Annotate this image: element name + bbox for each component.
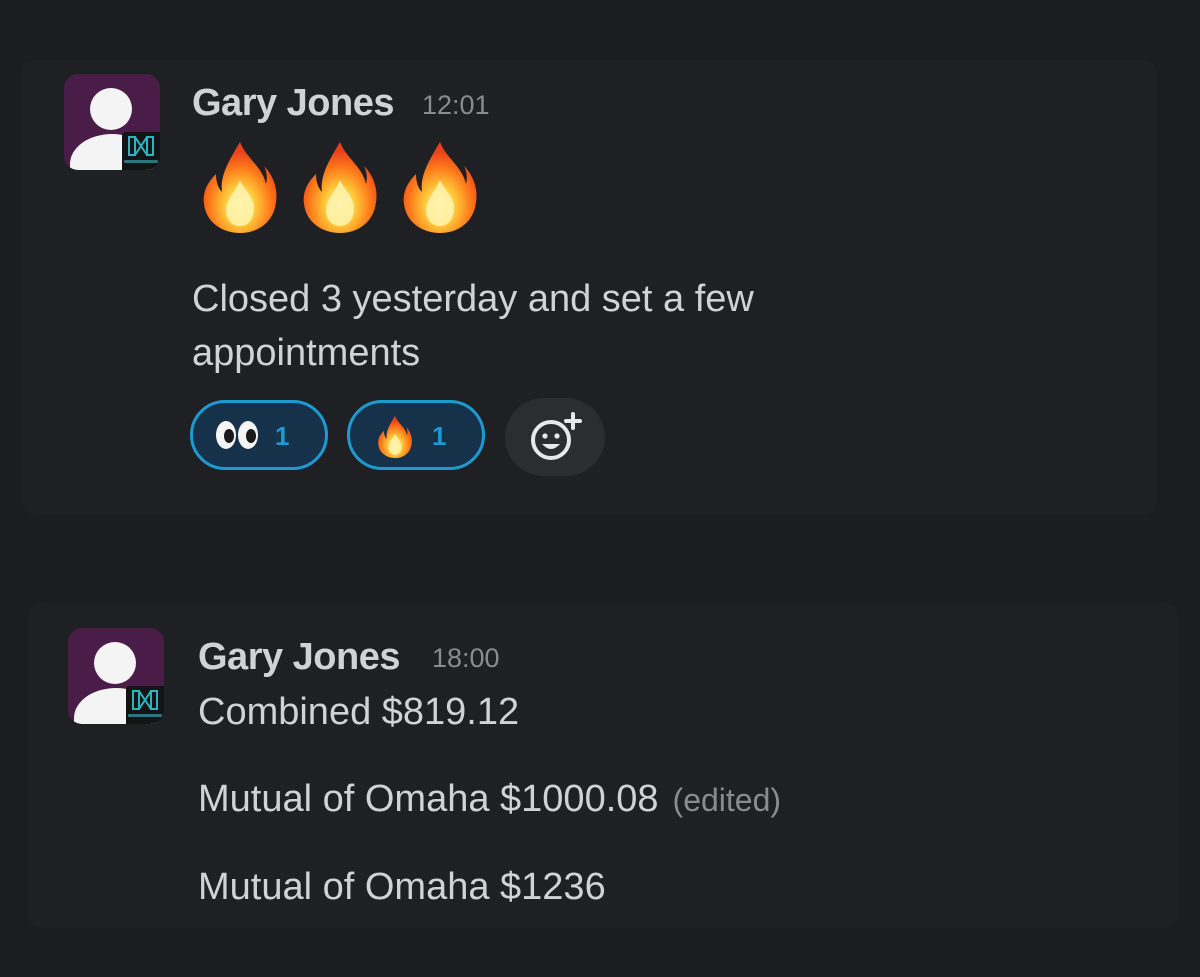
avatar-head xyxy=(94,642,136,684)
fire-icon xyxy=(200,140,280,235)
reaction-fire-button[interactable]: 1 xyxy=(347,400,485,470)
fire-icon xyxy=(376,415,414,459)
reaction-eyes-button[interactable]: 1 xyxy=(190,400,328,470)
message-text: Mutual of Omaha $1000.08 xyxy=(198,778,659,820)
message-text-line: appointments xyxy=(192,332,421,374)
company-badge-icon xyxy=(126,686,164,724)
fire-icon xyxy=(400,140,480,235)
avatar[interactable] xyxy=(64,74,160,170)
edited-indicator: (edited) xyxy=(672,782,782,818)
reaction-count: 1 xyxy=(275,421,290,451)
eyes-icon xyxy=(216,421,258,449)
message-text-line: Combined $819.12 xyxy=(198,691,520,733)
message-timestamp[interactable]: 18:00 xyxy=(432,643,500,674)
message-timestamp[interactable]: 12:01 xyxy=(422,90,490,121)
company-badge-icon xyxy=(122,132,160,170)
add-emoji-icon xyxy=(531,412,582,460)
avatar-head xyxy=(90,88,132,130)
fire-icon xyxy=(300,140,380,235)
add-reaction-button[interactable] xyxy=(505,398,605,476)
message-text-line: Mutual of Omaha $1236 xyxy=(198,866,606,908)
message-text-line: Mutual of Omaha $1000.08 (edited) xyxy=(198,772,781,828)
reaction-count: 1 xyxy=(432,421,447,451)
author-name[interactable]: Gary Jones xyxy=(198,636,401,679)
author-name[interactable]: Gary Jones xyxy=(192,82,395,125)
message-text-line: Closed 3 yesterday and set a few xyxy=(192,278,754,320)
avatar[interactable] xyxy=(68,628,164,724)
